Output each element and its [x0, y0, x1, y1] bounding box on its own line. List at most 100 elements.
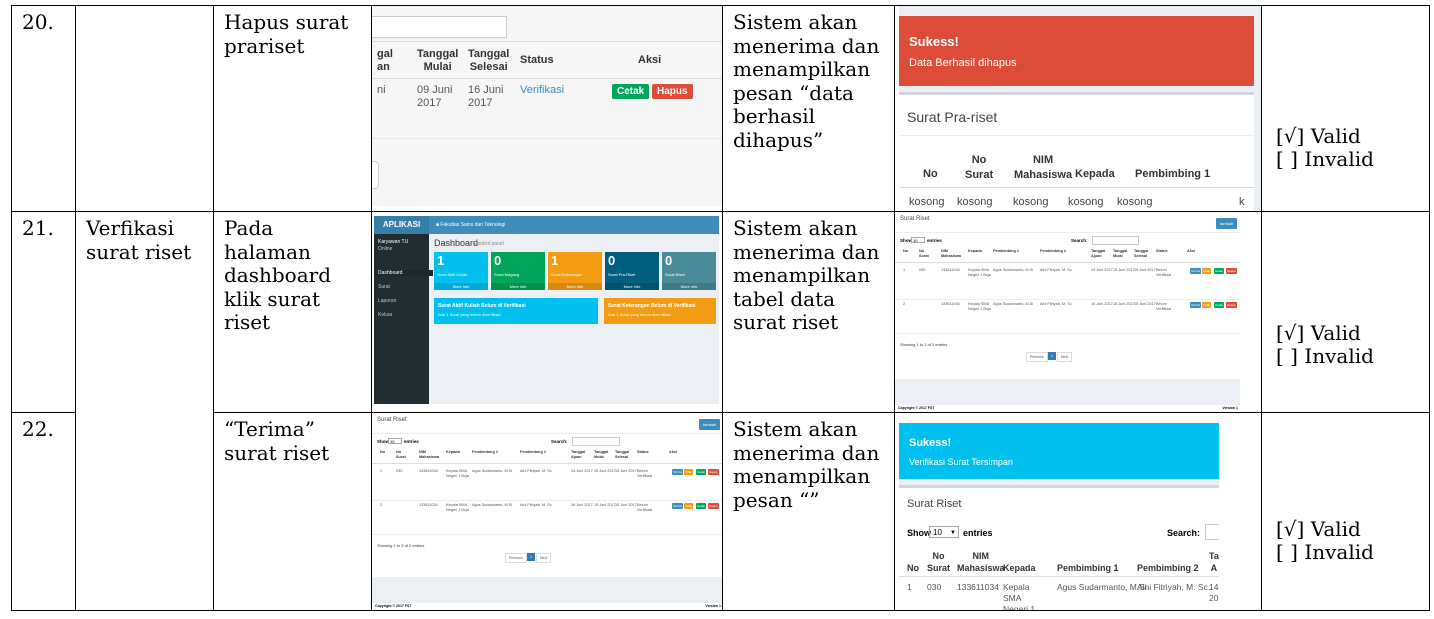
tambah-button[interactable]: tambah — [1216, 218, 1238, 229]
footer-copyright: Copyright © 2017 FST — [375, 604, 412, 608]
info-box[interactable]: 0 Surat Magang More info — [491, 252, 545, 290]
search-label: Search: — [1071, 238, 1088, 243]
info-box[interactable]: 0 Surat Pra-Riset More info — [605, 252, 659, 290]
cetak-button[interactable]: Cetak — [1214, 302, 1224, 308]
alert-title: Sukess! — [909, 437, 952, 449]
previous-button[interactable]: Previous — [505, 553, 527, 563]
sidebar-item-laporan[interactable]: Laporan — [378, 298, 396, 304]
more-info-link[interactable]: More info — [434, 283, 488, 290]
valid-checkbox: [√] Valid — [1276, 321, 1361, 345]
more-info-link[interactable]: More info — [548, 283, 602, 290]
tolak-button[interactable]: Tolak — [684, 469, 694, 475]
hapus-table-header: gal an Tanggal Mulai Tanggal Selesai Sta… — [373, 48, 722, 74]
cetak-button[interactable]: Cetak — [696, 469, 706, 475]
sidebar-item-surat[interactable]: Surat — [378, 284, 390, 290]
table-cell: 15 Juni 2017 — [594, 503, 616, 507]
divider — [372, 534, 722, 535]
alert-message: Data Berhasil dihapus — [909, 57, 1017, 69]
terima-button[interactable]: Terima — [672, 503, 684, 509]
notice-box[interactable]: Surat Aktif Kuliah Belum di Verifikasi Ad… — [434, 298, 598, 324]
screenshot-hapus-table: gal an Tanggal Mulai Tanggal Selesai Sta… — [372, 6, 722, 211]
header-cell: Tanggal Ajuan — [1091, 249, 1106, 258]
cetak-button[interactable]: Cetak — [1214, 268, 1224, 274]
table-cell: Agus Sudarmanto, M.Si — [472, 503, 513, 507]
test-case-name: Verfikasi surat riset — [86, 216, 192, 264]
alert-message: Verifikasi Surat Tersimpan — [909, 457, 1013, 467]
hapus-button[interactable]: Hapus — [1226, 302, 1237, 308]
table-cell: 15 Juni 2017 — [615, 469, 637, 473]
table-cell: Aini Fitriyah, M. Sc. — [1040, 268, 1073, 272]
info-box-label: Surat Aktif Kuliah — [437, 272, 468, 277]
search-label: Search: — [1167, 528, 1201, 538]
hapus-button[interactable]: Hapus — [652, 84, 693, 99]
table-cell: Kepala SMA Negeri 1 Boja — [968, 302, 992, 311]
terima-button[interactable]: Terima — [1190, 268, 1202, 274]
next-button[interactable]: Next — [1057, 352, 1073, 362]
previous-button[interactable]: Previous — [1026, 352, 1048, 362]
search-input[interactable] — [372, 16, 507, 38]
page-1-button[interactable]: 1 — [1048, 352, 1056, 360]
cell: kosong — [1013, 196, 1049, 208]
sidebar-item-keluar[interactable]: Keluar — [378, 312, 392, 318]
search-input[interactable] — [572, 437, 620, 446]
screenshot-terima-result: Sukess! Verifikasi Surat Tersimpan Surat… — [899, 423, 1219, 610]
terima-button[interactable]: Terima — [672, 469, 684, 475]
table-cell: 133611034 — [941, 268, 960, 272]
more-info-link[interactable]: More info — [605, 283, 659, 290]
more-info-link[interactable]: More info — [662, 283, 716, 290]
header-cell: No Surat — [396, 450, 406, 459]
info-box-count: 1 — [551, 253, 559, 268]
info-box[interactable]: 0 Surat Riset More info — [662, 252, 716, 290]
page-1-button[interactable]: 1 — [527, 553, 535, 561]
notice-box[interactable]: Surat Keterangan Belum di Verifikasi Ada … — [604, 298, 716, 324]
terima-button[interactable]: Terima — [1190, 302, 1202, 308]
row-number: 20. — [22, 10, 54, 34]
test-action: Hapus surat prariset — [224, 10, 349, 58]
tolak-button[interactable]: Tolak — [1202, 268, 1212, 274]
hapus-button[interactable]: Hapus — [708, 469, 719, 475]
sidebar-item-dashboard[interactable]: Dashboard — [374, 270, 433, 276]
header-cell: Kepada — [446, 450, 460, 454]
info-box-label: Surat Keterangan — [551, 272, 583, 277]
hapus-button[interactable]: Hapus — [708, 503, 719, 509]
topbar: APLIKASI ■ Fakultas Sains dan Teknologi — [374, 216, 719, 234]
hapus-button[interactable]: Hapus — [1226, 268, 1237, 274]
table-cell: 133611034 — [419, 469, 438, 473]
cetak-button[interactable]: Cetak — [612, 84, 650, 99]
header-cell: Aksi — [1187, 249, 1196, 253]
header-cell: Aksi — [669, 450, 678, 454]
info-box-count: 0 — [494, 253, 502, 268]
header-cell: Tanggal Ajuan — [571, 450, 586, 459]
more-info-link[interactable]: More info — [491, 283, 545, 290]
table-cell: 16 Juni 2017 — [1091, 302, 1113, 306]
entries-select[interactable]: 10 — [911, 237, 925, 243]
info-box[interactable]: 1 Surat Keterangan More info — [548, 252, 602, 290]
entries-label: entries — [927, 238, 942, 243]
cetak-button[interactable]: Cetak — [696, 503, 706, 509]
tambah-button[interactable]: tambah — [699, 419, 721, 430]
table-cell: 030 — [396, 469, 403, 473]
test-action: “Terima” surat riset — [224, 417, 330, 465]
cell: 09 Juni 2017 — [417, 84, 453, 109]
table-cell: Agus Sudarmanto, M.Si — [472, 469, 513, 473]
cell: k — [1239, 196, 1245, 208]
table-cell: 1 — [903, 268, 906, 272]
header-cell: No Surat — [965, 154, 994, 181]
table-cell: Aini Fitriyah, M. Sc. — [520, 503, 553, 507]
content-background — [372, 577, 722, 603]
search-input[interactable] — [1092, 236, 1139, 245]
panel-title: Surat Riset — [377, 417, 407, 423]
header-cell: No Surat — [927, 551, 951, 573]
sidebar: Karyawan TU Online Dashboard Surat Lapor… — [374, 234, 433, 404]
notice-title: Surat Keterangan Belum di Verifikasi — [608, 303, 696, 309]
next-button[interactable]: Next — [536, 553, 552, 563]
header-cell: NIM Mahasiswa — [957, 551, 1005, 573]
header-cell: Status — [1156, 249, 1168, 253]
entries-select[interactable]: 10 ▼ — [929, 526, 959, 538]
tolak-button[interactable]: Tolak — [1202, 302, 1212, 308]
info-box[interactable]: 1 Surat Aktif Kuliah More info — [434, 252, 488, 290]
entries-select[interactable]: 10 — [388, 438, 402, 444]
tolak-button[interactable]: Tolak — [684, 503, 694, 509]
search-input[interactable] — [1205, 524, 1219, 540]
header-cell: Status — [520, 54, 554, 66]
